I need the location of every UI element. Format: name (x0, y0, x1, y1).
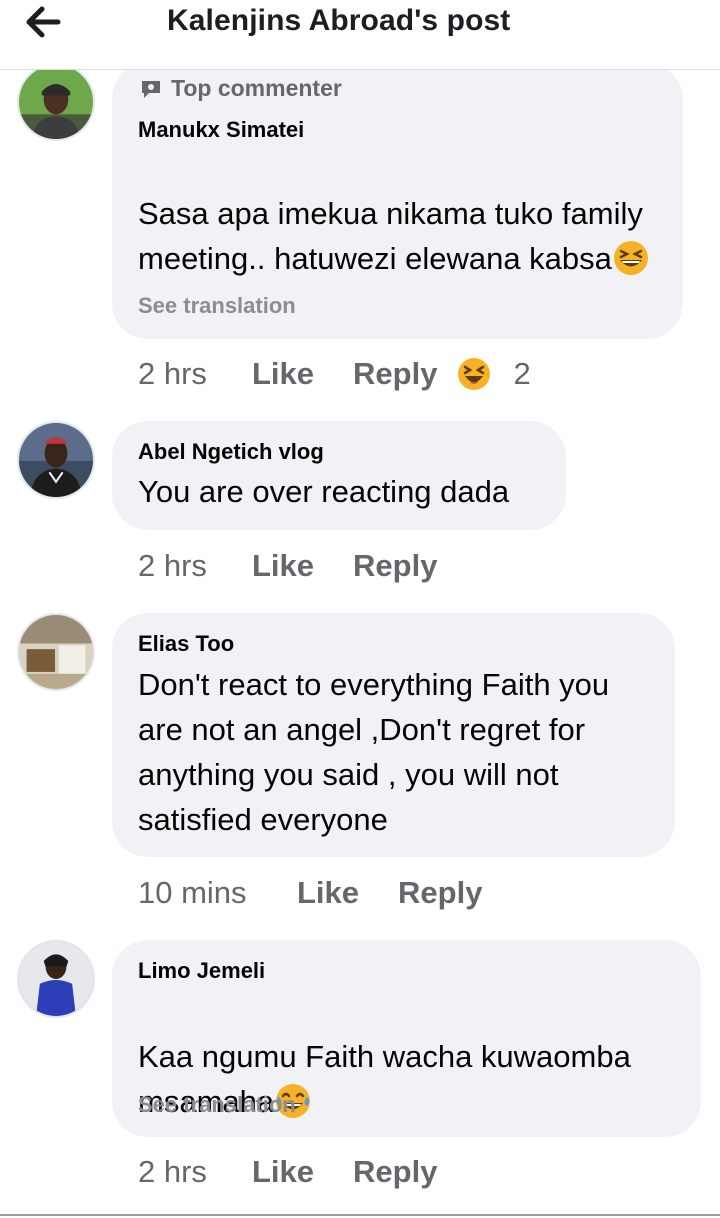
comment-actions: 2 hrs Like Reply (138, 1152, 437, 1192)
comment-time: 10 mins (138, 875, 247, 910)
page-title: Kalenjins Abroad's post (167, 4, 511, 37)
avatar-photo (19, 615, 93, 689)
reply-button[interactable]: Reply (398, 875, 482, 911)
comment-text: Sasa apa imekua nikama tuko family meeti… (138, 146, 678, 281)
comment-author[interactable]: Elias Too (138, 631, 234, 657)
avatar-photo (19, 942, 93, 1016)
like-button[interactable]: Like (297, 875, 359, 911)
like-button[interactable]: Like (252, 356, 314, 392)
avatar[interactable] (17, 421, 95, 499)
avatar-photo (19, 423, 93, 497)
like-button[interactable]: Like (252, 1154, 314, 1190)
comment-bubble[interactable]: Limo Jemeli Kaa ngumu Faith wacha kuwaom… (112, 940, 701, 1137)
comment-author[interactable]: Abel Ngetich vlog (138, 439, 324, 465)
avatar[interactable] (17, 613, 95, 691)
comment-actions: 10 mins Like Reply (138, 873, 482, 913)
reaction-count: 2 (513, 356, 531, 391)
comment-author[interactable]: Limo Jemeli (138, 958, 265, 984)
see-translation-link[interactable]: See translation (138, 293, 296, 319)
comment-actions: 2 hrs Like Reply 2 (138, 354, 531, 394)
back-button[interactable] (22, 2, 78, 46)
comment-bubble[interactable]: Abel Ngetich vlog You are over reacting … (112, 421, 566, 530)
comment-text: Don't react to everything Faith you are … (138, 667, 610, 837)
speech-bubble-icon (142, 80, 160, 98)
haha-reaction-icon (458, 358, 491, 390)
badge-label: Top commenter (171, 75, 342, 101)
comment-bubble[interactable]: Top commenter Manukx Simatei Sasa apa im… (112, 63, 683, 339)
arrow-left-icon (26, 6, 61, 38)
comment-text: You are over reacting dada (138, 474, 510, 509)
grinning-squinting-face-emoji (613, 241, 648, 275)
see-translation-link[interactable]: See translation (138, 1092, 296, 1118)
avatar[interactable] (17, 940, 95, 1018)
avatar[interactable] (17, 63, 95, 141)
comment-actions: 2 hrs Like Reply (138, 546, 437, 586)
comment-time: 2 hrs (138, 356, 207, 391)
comment-time: 2 hrs (138, 548, 207, 583)
reaction-summary[interactable]: 2 (457, 356, 531, 392)
post-header: Kalenjins Abroad's post (0, 0, 720, 70)
comment-author[interactable]: Manukx Simatei (138, 117, 304, 143)
avatar-photo (19, 65, 93, 139)
divider (0, 1214, 720, 1216)
like-button[interactable]: Like (252, 548, 314, 584)
reply-button[interactable]: Reply (353, 548, 437, 584)
reply-button[interactable]: Reply (353, 1154, 437, 1190)
comment-bubble[interactable]: Elias Too Don't react to everything Fait… (112, 613, 675, 857)
reply-button[interactable]: Reply (353, 356, 437, 392)
top-commenter-badge: Top commenter (139, 75, 342, 102)
comment-time: 2 hrs (138, 1154, 207, 1189)
